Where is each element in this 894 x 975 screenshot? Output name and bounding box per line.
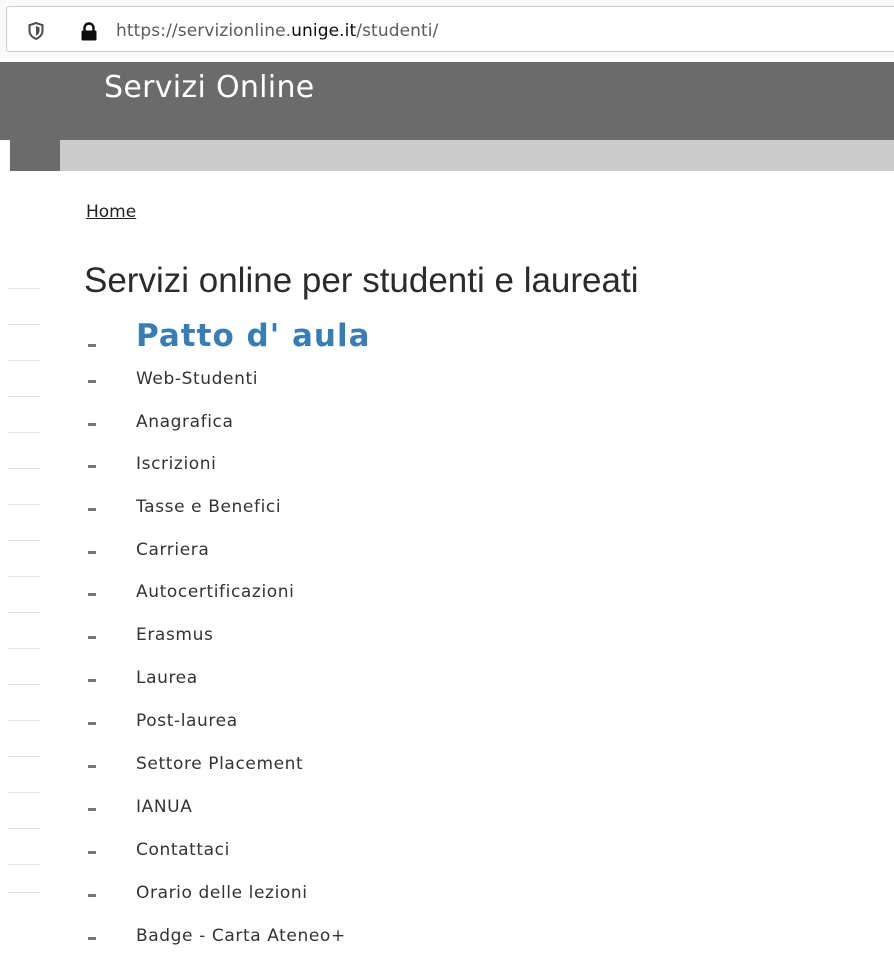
divider (8, 360, 40, 361)
divider (8, 504, 40, 505)
divider (8, 756, 40, 757)
site-header: Servizi Online (0, 58, 894, 171)
bullet-icon (88, 465, 96, 468)
lock-icon[interactable] (80, 22, 98, 42)
menu-item-label: Contattaci (136, 840, 230, 860)
divider (8, 540, 40, 541)
divider (8, 864, 40, 865)
breadcrumb-home-link[interactable]: Home (86, 202, 136, 222)
menu-item-label: Tasse e Benefici (136, 497, 282, 517)
menu-item-label: Anagrafica (136, 412, 234, 432)
menu-item-label: Post-laurea (136, 711, 238, 731)
bullet-icon (88, 937, 96, 940)
bullet-icon (88, 851, 96, 854)
divider (8, 792, 40, 793)
menu-item-label: Orario delle lezioni (136, 883, 308, 903)
divider (8, 468, 40, 469)
bullet-icon (88, 593, 96, 596)
divider (8, 612, 40, 613)
bullet-icon (88, 722, 96, 725)
page-title: Servizi online per studenti e laureati (84, 261, 639, 300)
bullet-icon (88, 765, 96, 768)
divider (8, 576, 40, 577)
browser-toolbar: https://servizionline.unige.it/studenti/ (0, 0, 894, 58)
divider (8, 432, 40, 433)
bullet-icon (88, 894, 96, 897)
url-host: unige.it (291, 21, 357, 41)
shield-icon[interactable] (28, 22, 44, 40)
divider (8, 720, 40, 721)
divider (8, 684, 40, 685)
bullet-icon (88, 380, 96, 383)
menu-item-label: Carriera (136, 540, 210, 560)
divider (8, 288, 40, 289)
menu-item-label: Settore Placement (136, 754, 304, 774)
menu-item-label: Patto d' aula (136, 318, 371, 354)
bullet-icon (88, 808, 96, 811)
site-title: Servizi Online (104, 70, 315, 105)
bullet-icon (88, 423, 96, 426)
bullet-icon (88, 679, 96, 682)
menu-item-label: Erasmus (136, 625, 214, 645)
menu-item-label: Autocertificazioni (136, 582, 295, 602)
header-left-block (10, 62, 60, 171)
url-prefix: https://servizionline. (116, 21, 292, 41)
bullet-icon (88, 636, 96, 639)
bullet-icon (88, 344, 96, 347)
bullet-icon (88, 508, 96, 511)
divider (8, 396, 40, 397)
header-light-band (60, 140, 894, 171)
divider (8, 828, 40, 829)
divider (8, 648, 40, 649)
url-text[interactable]: https://servizionline.unige.it/studenti/ (116, 21, 438, 41)
url-suffix: /studenti/ (356, 21, 439, 41)
menu-item-label: IANUA (136, 797, 193, 817)
bullet-icon (88, 551, 96, 554)
divider (8, 892, 40, 893)
menu-item-label: Iscrizioni (136, 454, 217, 474)
menu-item-label: Badge - Carta Ateneo+ (136, 926, 346, 946)
divider (8, 324, 40, 325)
menu-item-label: Laurea (136, 668, 198, 688)
menu-item-label: Web-Studenti (136, 369, 259, 389)
